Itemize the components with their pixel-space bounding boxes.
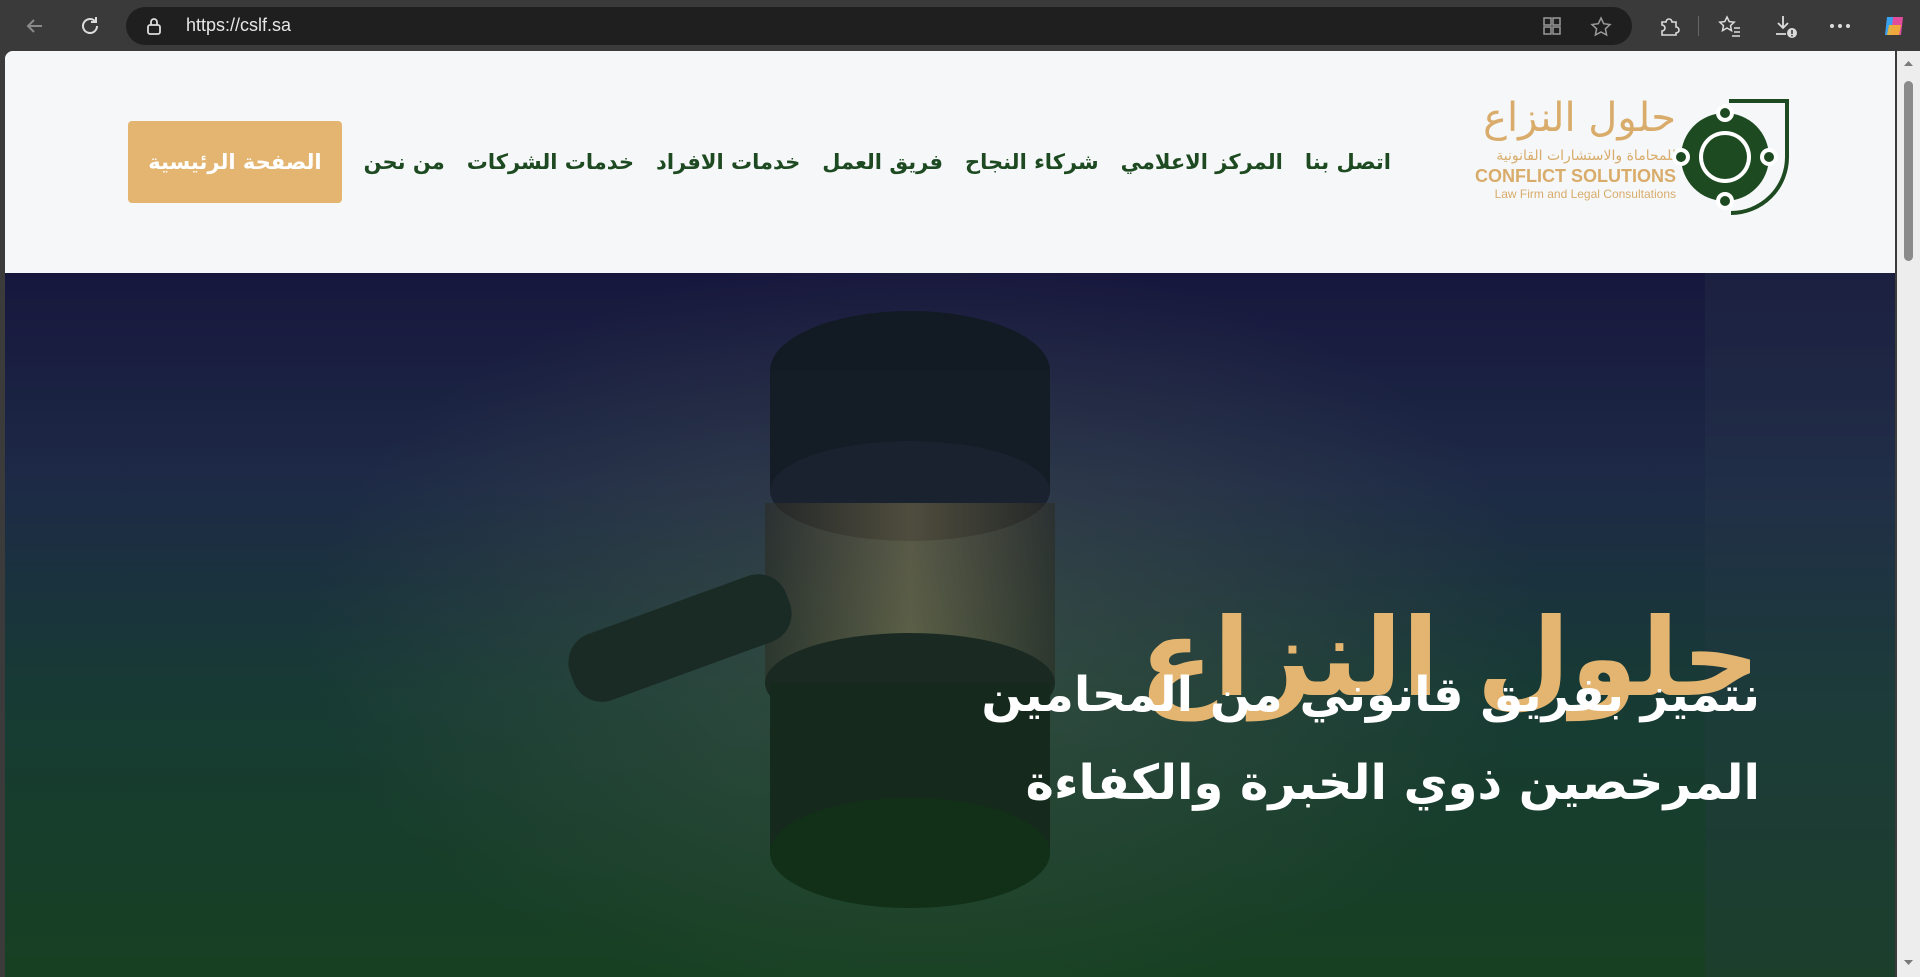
more-dots-icon xyxy=(1830,24,1850,28)
nav-individual-services[interactable]: خدمات الافراد xyxy=(656,150,800,174)
nav-about[interactable]: من نحن xyxy=(364,150,445,174)
back-arrow-icon xyxy=(26,19,42,33)
logo-arabic-name: حلول النزاع xyxy=(1483,95,1676,141)
nav-corporate-services[interactable]: خدمات الشركات xyxy=(467,150,634,174)
logo-arabic-subtitle: للمحاماة والاستشارات القانونية xyxy=(1496,148,1676,164)
site-logo[interactable]: حلول النزاع للمحاماة والاستشارات القانون… xyxy=(1471,95,1791,225)
hero-banner: حلول النزاع نتميز بفريق قانوني من المحام… xyxy=(5,273,1895,977)
hero-tagline-line2: المرخصين ذوي الخبرة والكفاءة xyxy=(1025,755,1760,811)
download-icon xyxy=(1776,16,1797,38)
nav-partners[interactable]: شركاء النجاح xyxy=(965,150,1099,174)
page-viewport: حلول النزاع للمحاماة والاستشارات القانون… xyxy=(5,51,1895,977)
hero-tagline-line1: نتميز بفريق قانوني من المحامين xyxy=(981,667,1760,723)
url-text[interactable]: https://cslf.sa xyxy=(186,15,291,36)
copilot-icon xyxy=(1885,17,1903,35)
favorites-list-icon xyxy=(1718,15,1740,37)
logo-emblem-icon xyxy=(1672,99,1789,215)
split-screen-icon[interactable] xyxy=(1542,16,1562,36)
favorites-button[interactable] xyxy=(1716,12,1744,40)
copilot-button[interactable] xyxy=(1880,12,1908,40)
scrollbar-thumb[interactable] xyxy=(1904,81,1913,261)
downloads-button[interactable] xyxy=(1771,12,1799,40)
nav-team[interactable]: فريق العمل xyxy=(822,150,943,174)
logo-english-subtitle: Law Firm and Legal Consultations xyxy=(1494,187,1676,201)
address-bar[interactable]: https://cslf.sa xyxy=(126,7,1632,45)
main-nav: الصفحة الرئيسية من نحن خدمات الشركات خدم… xyxy=(98,121,1391,203)
more-menu-button[interactable] xyxy=(1826,12,1854,40)
scroll-down-arrow-icon[interactable] xyxy=(1903,959,1914,967)
puzzle-icon xyxy=(1661,18,1680,36)
reload-icon xyxy=(82,17,98,34)
logo-english-name: CONFLICT SOLUTIONS xyxy=(1475,166,1676,186)
favorite-star-icon[interactable] xyxy=(1590,16,1612,38)
reload-button[interactable] xyxy=(74,10,106,42)
scroll-up-arrow-icon[interactable] xyxy=(1903,59,1914,67)
page-scrollbar[interactable] xyxy=(1897,51,1920,977)
nav-contact[interactable]: اتصل بنا xyxy=(1305,150,1391,174)
back-button[interactable] xyxy=(19,10,51,42)
nav-media-center[interactable]: المركز الاعلامي xyxy=(1121,150,1283,174)
lock-icon xyxy=(147,18,161,35)
toolbar-separator xyxy=(1698,16,1699,36)
site-header: حلول النزاع للمحاماة والاستشارات القانون… xyxy=(5,51,1895,273)
browser-toolbar: https://cslf.sa xyxy=(0,0,1920,51)
extensions-button[interactable] xyxy=(1655,12,1683,40)
nav-home[interactable]: الصفحة الرئيسية xyxy=(128,121,342,203)
